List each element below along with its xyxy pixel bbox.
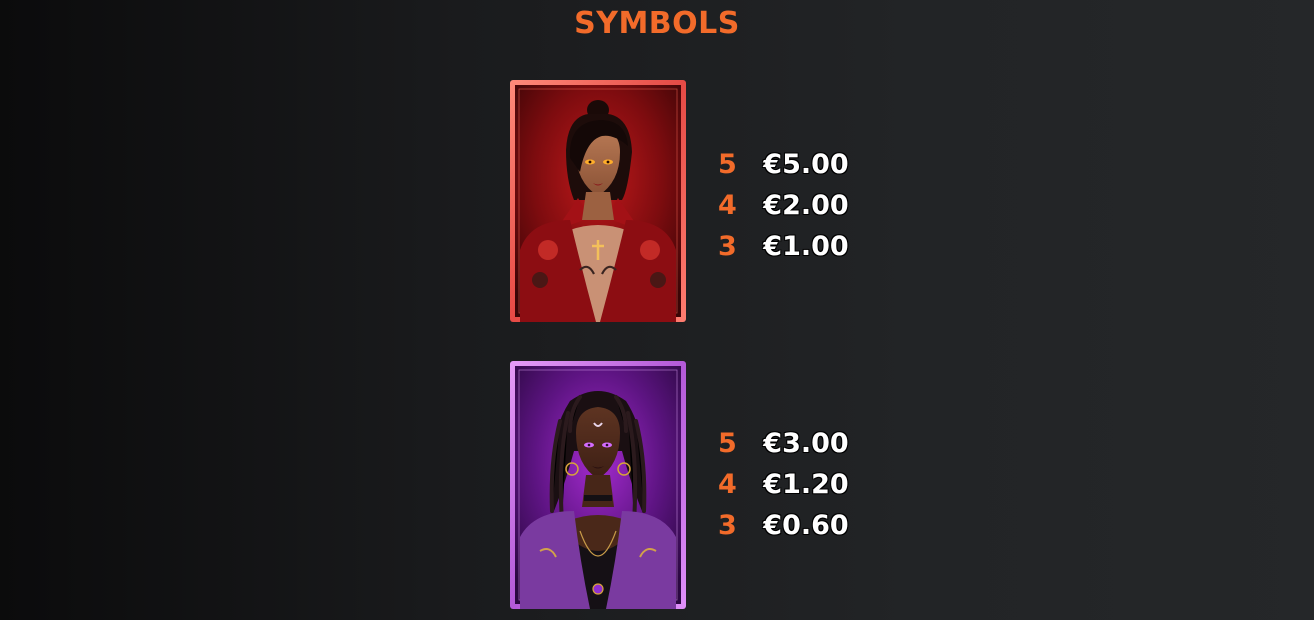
- payout-amount: €2.00: [763, 190, 849, 221]
- symbol-count: 3: [718, 231, 737, 262]
- symbol-count: 4: [718, 190, 737, 221]
- payout-amount: €3.00: [763, 428, 849, 459]
- payout-amount: €1.00: [763, 231, 849, 262]
- symbol-row-red: 5 €5.00 4 €2.00 3 €1.00: [510, 80, 870, 330]
- paytable-purple: 5 €3.00 4 €1.20 3 €0.60: [718, 423, 856, 546]
- pay-line: 4 €1.20: [718, 464, 856, 505]
- symbol-count: 4: [718, 469, 737, 500]
- payout-amount: €0.60: [763, 510, 849, 541]
- symbol-row-purple: 5 €3.00 4 €1.20 3 €0.60: [510, 361, 870, 611]
- paytable-red: 5 €5.00 4 €2.00 3 €1.00: [718, 144, 856, 267]
- symbol-count: 5: [718, 149, 737, 180]
- payout-amount: €5.00: [763, 149, 849, 180]
- purple-dreadlock-symbol-image: [510, 361, 686, 609]
- pay-line: 4 €2.00: [718, 185, 856, 226]
- pay-line: 3 €1.00: [718, 226, 856, 267]
- payout-amount: €1.20: [763, 469, 849, 500]
- pay-line: 5 €3.00: [718, 423, 856, 464]
- section-title: SYMBOLS: [574, 6, 740, 41]
- pay-line: 5 €5.00: [718, 144, 856, 185]
- symbol-count: 3: [718, 510, 737, 541]
- symbol-count: 5: [718, 428, 737, 459]
- pay-line: 3 €0.60: [718, 505, 856, 546]
- red-vampire-symbol-image: [510, 80, 686, 322]
